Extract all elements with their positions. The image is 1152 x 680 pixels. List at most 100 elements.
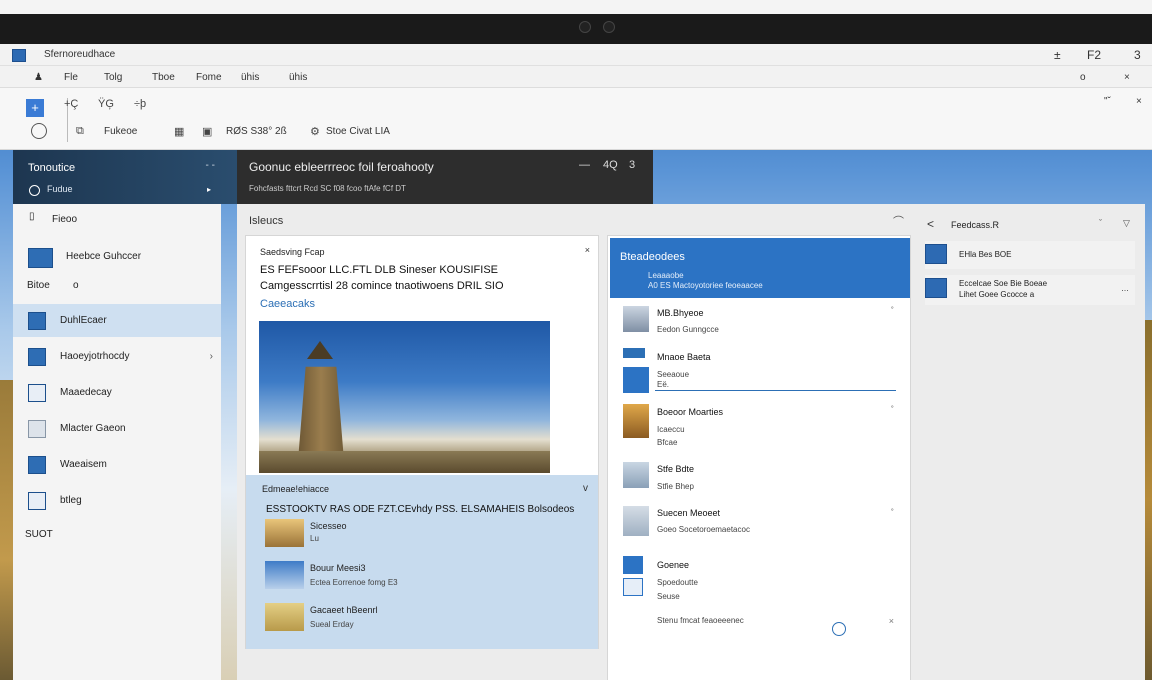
page-icon	[28, 492, 46, 510]
menu-home[interactable]: Fome	[196, 72, 222, 83]
back-icon[interactable]: <	[927, 217, 934, 231]
nav-item-1[interactable]: Heebce Guhccer	[13, 240, 221, 273]
workspace-collapse[interactable]: ⌒	[893, 213, 904, 229]
nav-header-title: Tonoutice	[28, 162, 76, 174]
details-ctrl-1[interactable]: ˇ	[1099, 218, 1102, 228]
toolbar-close[interactable]: 3	[629, 159, 635, 171]
filter-icon[interactable]: ▽	[1123, 218, 1130, 229]
related-title: Edmeae!ehiacce	[262, 484, 330, 494]
chevron-right-icon: ›	[209, 351, 213, 362]
toolbar-minimize[interactable]: —	[579, 159, 590, 171]
grid-icon[interactable]: ▦	[174, 125, 184, 138]
article-card: Saedsving Fcap × ES FEFsooor LLC.FTL DLB…	[245, 235, 599, 649]
image-icon[interactable]: ▣	[202, 125, 212, 138]
nav-item-4[interactable]: Maaedecay	[13, 376, 221, 409]
details-row-1[interactable]: EHla Bes BOE	[925, 241, 1135, 269]
nav-item-6[interactable]: Waeaisem	[13, 448, 221, 481]
minimize-button[interactable]: ±	[1054, 48, 1061, 62]
toolbar-zoom[interactable]: 4Q	[603, 159, 618, 171]
table-icon	[28, 456, 46, 474]
related-headline: ESSTOOKTV RAS ODE FZT.CEvhdy PSS. ELSAMA…	[266, 504, 575, 515]
menu-file[interactable]: Fle	[64, 72, 78, 83]
feed-item-sub-1: Eedon Gunngcce	[657, 325, 719, 334]
feed-item-icon-3[interactable]	[623, 404, 649, 438]
tower-photo[interactable]	[259, 321, 550, 473]
copy-icon[interactable]: ⧉	[76, 125, 84, 138]
chart-icon	[28, 348, 46, 366]
thumb-image-3[interactable]	[265, 603, 304, 631]
search-icon[interactable]: o	[1080, 72, 1086, 83]
ribbon-right-glyph[interactable]: "ˇ	[1104, 96, 1111, 107]
feed-item-title-4[interactable]: Stfe Bdte	[657, 464, 694, 474]
thumb-title-2: Bouur Meesi3	[310, 563, 366, 573]
nav-pane: ▯ Fieoo Heebce Guhccer Bitoe o DuhlEcaer…	[13, 204, 221, 680]
feed-item-extra-6: Seuse	[657, 592, 680, 601]
ribbon-glyph-3[interactable]: ÷þ	[134, 98, 146, 110]
feed-item-icon-6[interactable]	[623, 556, 643, 574]
feed-item-title-6[interactable]: Goenee	[657, 560, 689, 570]
file-icon: ▯	[29, 211, 35, 222]
thumb-sub-3: Sueal Erday	[310, 620, 354, 629]
chevron-down-icon[interactable]: v	[583, 483, 588, 494]
ribbon-item-2[interactable]: RØS S38° 2ß	[226, 126, 287, 137]
collapse-icon[interactable]: ×	[1124, 72, 1130, 83]
feed-item-title-7[interactable]: Stenu fmcat feaoeeenec	[657, 616, 744, 625]
feed-item-dot-3[interactable]: ˚	[891, 405, 894, 415]
ribbon-item-3[interactable]: Stoe Civat LIA	[326, 126, 390, 137]
ribbon-item-1[interactable]: Fukeoe	[104, 126, 137, 137]
nav-item-2[interactable]: DuhlEcaer	[13, 304, 221, 337]
thumb-sub-2: Ectea Eorrenoe fomg E3	[310, 578, 398, 587]
feed-item-dot-7[interactable]: ×	[889, 616, 894, 626]
details-more-icon[interactable]: …	[1121, 284, 1129, 293]
feed-item-title-5[interactable]: Suecen Meoeet	[657, 508, 720, 518]
add-icon[interactable]: +	[26, 99, 44, 117]
refresh-icon[interactable]	[832, 622, 846, 636]
close-button[interactable]: 3	[1134, 48, 1141, 62]
menu-tab[interactable]: Tboe	[152, 72, 175, 83]
feed-item-dot-5[interactable]: ˚	[891, 508, 894, 518]
details-row-2[interactable]: Eccelcae Soe Bie Boeae Lihet Goee Gcocce…	[925, 275, 1135, 305]
nav-item-label: Heebce Guhccer	[66, 251, 142, 262]
menu-tools[interactable]: Tolg	[104, 72, 122, 83]
menu-view[interactable]: ühis	[241, 72, 259, 83]
feed-item-sub-5: Goeo Socetoroemaetacoc	[657, 525, 750, 534]
nav-item-5[interactable]: Mlacter Gaeon	[13, 412, 221, 445]
feed-item-icon-5[interactable]	[623, 506, 649, 536]
ribbon-close-icon[interactable]: ×	[1136, 96, 1142, 107]
ribbon-glyph-2[interactable]: ŸĢ	[98, 98, 114, 110]
nav-expand-icon[interactable]: ▸	[207, 185, 211, 194]
card-title: Saedsving Fcap	[260, 247, 325, 257]
details-row-text-2: Eccelcae Soe Bie Boeae	[959, 279, 1048, 288]
thumb-image-2[interactable]	[265, 561, 304, 589]
feed-item-dot-1[interactable]: ˚	[891, 306, 894, 316]
nav-radio-icon[interactable]: o	[73, 280, 79, 291]
maximize-button[interactable]: F2	[1087, 48, 1101, 62]
image-icon	[28, 248, 53, 268]
card-close-icon[interactable]: ×	[585, 245, 590, 255]
feed-item-title-3[interactable]: Boeoor Moarties	[657, 407, 723, 417]
nav-item-3[interactable]: Haoeyjotrhocdy ›	[13, 340, 221, 373]
thumb-image-1[interactable]	[265, 519, 304, 547]
ribbon: + +Ç ŸĢ ÷þ ⧉ Fukeoe ▦ ▣ RØS S38° 2ß ⚙ St…	[0, 88, 1152, 150]
nav-circle-icon[interactable]	[29, 185, 40, 196]
menu-extra[interactable]: ühis	[289, 72, 307, 83]
feed-item-icon-2[interactable]	[623, 367, 649, 393]
feed-sub2: A0 ES Mactoyotoriee feoeaacee	[648, 281, 763, 290]
details-title: Feedcass.R	[951, 220, 1000, 230]
settings-icon[interactable]: ⚙	[310, 125, 320, 138]
search-icon[interactable]	[31, 123, 47, 139]
feed-item-extra-2: Eë.	[657, 380, 670, 389]
nav-more-icon[interactable]: - -	[206, 160, 215, 171]
nav-item-0[interactable]: ▯ Fieoo	[13, 204, 221, 237]
card-link[interactable]: Caeeacaks	[260, 298, 315, 310]
ribbon-glyph-1[interactable]: +Ç	[64, 98, 78, 110]
nav-text-1: Bitoe	[27, 280, 50, 291]
feed-item-title-2[interactable]: Mnaoe Baeta	[657, 352, 711, 362]
toolbar-subline: Fohcfasts fttcrt Rcd SC f08 fcoo ftAfe f…	[249, 184, 406, 193]
feed-item-title-1[interactable]: MB.Bhyeoe	[657, 308, 704, 318]
pin-icon[interactable]: ♟	[34, 72, 43, 83]
feed-item-icon-1[interactable]	[623, 306, 649, 332]
nav-item-7[interactable]: btleg	[13, 484, 221, 517]
wallpaper-hill-left	[0, 380, 14, 680]
feed-item-icon-4[interactable]	[623, 462, 649, 488]
